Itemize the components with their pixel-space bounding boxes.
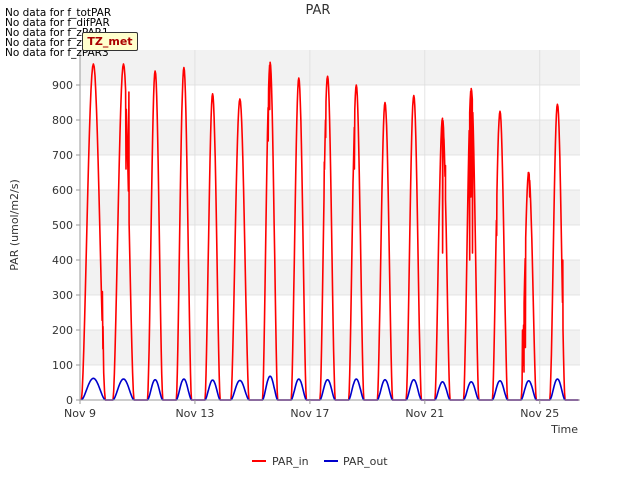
x-tick-label: Nov 17 bbox=[290, 407, 329, 420]
x-tick-label: Nov 21 bbox=[405, 407, 444, 420]
y-tick-label: 100 bbox=[52, 359, 73, 372]
legend: PAR_in PAR_out bbox=[252, 455, 388, 468]
site-badge: TZ_met bbox=[82, 32, 138, 51]
legend-label-par-out: PAR_out bbox=[343, 455, 388, 468]
par-chart: 0 100 200 300 400 500 600 700 800 900 Nov 9 Nov 13 N… bbox=[8, 3, 580, 468]
y-axis-label: PAR (umol/m2/s) bbox=[8, 179, 21, 271]
y-tick-label: 700 bbox=[52, 149, 73, 162]
x-tick-label: Nov 9 bbox=[64, 407, 96, 420]
y-tick-label: 900 bbox=[52, 79, 73, 92]
chart-title: PAR bbox=[306, 3, 331, 18]
y-tick-label: 400 bbox=[52, 254, 73, 267]
y-tick-label: 200 bbox=[52, 324, 73, 337]
x-axis-label: Time bbox=[550, 423, 578, 436]
y-tick-label: 0 bbox=[66, 394, 73, 407]
legend-label-par-in: PAR_in bbox=[272, 455, 309, 468]
plot-band bbox=[80, 190, 580, 225]
x-tick-label: Nov 13 bbox=[175, 407, 214, 420]
x-tick-label: Nov 25 bbox=[520, 407, 559, 420]
y-tick-label: 600 bbox=[52, 184, 73, 197]
y-tick-label: 300 bbox=[52, 289, 73, 302]
y-tick-label: 500 bbox=[52, 219, 73, 232]
y-tick-label: 800 bbox=[52, 114, 73, 127]
